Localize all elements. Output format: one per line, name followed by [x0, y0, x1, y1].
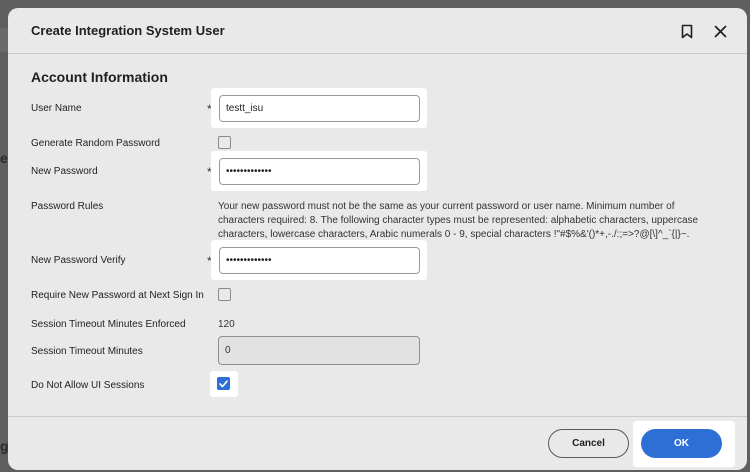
- generate-random-password-checkbox[interactable]: [218, 136, 231, 149]
- background-page-fragment: [0, 28, 8, 52]
- do-not-allow-ui-sessions-checkbox[interactable]: [217, 377, 230, 390]
- cancel-button[interactable]: Cancel: [548, 429, 629, 458]
- require-new-password-label: Require New Password at Next Sign In: [31, 290, 204, 301]
- require-new-password-checkbox[interactable]: [218, 288, 231, 301]
- new-password-verify-input[interactable]: •••••••••••••: [219, 247, 420, 274]
- background-page-text: e: [0, 150, 8, 166]
- section-title: Account Information: [31, 69, 168, 85]
- user-name-label: User Name: [31, 103, 82, 114]
- session-timeout-minutes-input[interactable]: 0: [218, 336, 420, 365]
- session-timeout-enforced-value: 120: [218, 319, 235, 330]
- dialog-title: Create Integration System User: [31, 23, 225, 38]
- new-password-label: New Password: [31, 166, 98, 177]
- generate-random-password-label: Generate Random Password: [31, 138, 160, 149]
- checkmark-icon: [219, 379, 228, 387]
- new-password-verify-label: New Password Verify: [31, 255, 126, 266]
- session-timeout-minutes-label: Session Timeout Minutes: [31, 346, 143, 357]
- dialog-footer: Cancel OK: [8, 416, 747, 470]
- create-isu-dialog: Create Integration System User Account I…: [8, 8, 747, 470]
- user-name-input[interactable]: testt_isu: [219, 95, 420, 122]
- close-icon[interactable]: [711, 22, 729, 40]
- bookmark-icon[interactable]: [678, 22, 696, 40]
- ok-button[interactable]: OK: [641, 429, 722, 458]
- do-not-allow-ui-sessions-label: Do Not Allow UI Sessions: [31, 380, 145, 391]
- password-rules-label: Password Rules: [31, 201, 104, 212]
- dialog-header: Create Integration System User: [8, 8, 747, 54]
- session-timeout-enforced-label: Session Timeout Minutes Enforced: [31, 319, 186, 330]
- password-rules-text: Your new password must not be the same a…: [218, 201, 699, 240]
- new-password-input[interactable]: •••••••••••••: [219, 158, 420, 185]
